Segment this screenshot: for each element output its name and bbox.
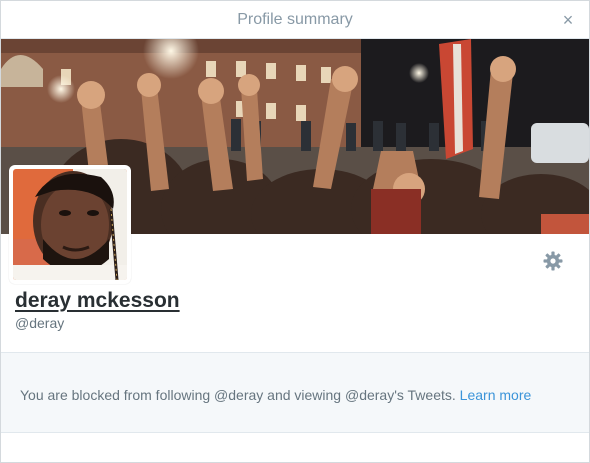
- avatar[interactable]: [9, 165, 131, 284]
- profile-photo-icon: [13, 169, 127, 280]
- profile-summary-dialog: Profile summary × deray mckesson @deray …: [0, 0, 590, 463]
- profile-name-link[interactable]: deray mckesson: [15, 289, 180, 313]
- blocked-notice: You are blocked from following @deray an…: [1, 352, 589, 433]
- learn-more-link[interactable]: Learn more: [460, 387, 532, 403]
- blocked-notice-text: You are blocked from following @deray an…: [20, 387, 531, 403]
- dialog-title: Profile summary: [237, 11, 353, 28]
- dialog-header: Profile summary ×: [1, 1, 589, 39]
- avatar-photo: [13, 169, 127, 280]
- blocked-message: You are blocked from following @deray an…: [20, 387, 456, 403]
- close-icon[interactable]: ×: [559, 9, 577, 31]
- gear-icon[interactable]: [543, 251, 563, 271]
- profile-handle: @deray: [15, 315, 65, 331]
